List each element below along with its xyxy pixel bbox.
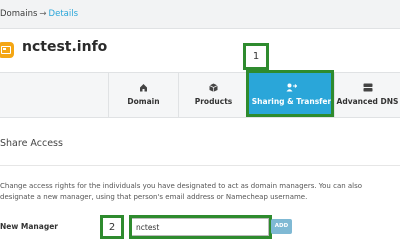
breadcrumb-domains-link[interactable]: Domains <box>0 9 37 19</box>
breadcrumb-current[interactable]: Details <box>49 9 78 19</box>
section-title: Share Access <box>0 138 63 149</box>
tab-advanced-dns[interactable]: Advanced DNS <box>334 73 400 117</box>
breadcrumb: Domains → Details <box>0 0 400 29</box>
divider <box>0 165 400 166</box>
tab-domain-label: Domain <box>127 97 160 106</box>
tab-products-label: Products <box>194 97 233 106</box>
domain-header: nctest.info <box>0 29 400 73</box>
domain-name: nctest.info <box>22 39 108 55</box>
tab-bar: Domain Products Sharing & Transfer Advan… <box>0 73 400 118</box>
callout-1: 1 <box>243 43 269 70</box>
new-manager-label: New Manager <box>0 222 58 231</box>
home-icon <box>109 83 178 93</box>
box-icon <box>179 83 248 93</box>
callout-2: 2 <box>100 215 124 239</box>
breadcrumb-separator: → <box>39 9 47 19</box>
section-description: Change access rights for the individuals… <box>0 182 363 201</box>
domain-icon <box>0 42 14 58</box>
tab-domain[interactable]: Domain <box>108 73 178 117</box>
add-manager-button[interactable]: ADD <box>271 219 292 234</box>
tab-products[interactable]: Products <box>178 73 248 117</box>
tab-advanced-dns-label: Advanced DNS <box>336 97 399 106</box>
server-icon <box>335 83 400 93</box>
tab-highlight-box <box>246 70 334 117</box>
input-highlight-box <box>129 215 272 239</box>
